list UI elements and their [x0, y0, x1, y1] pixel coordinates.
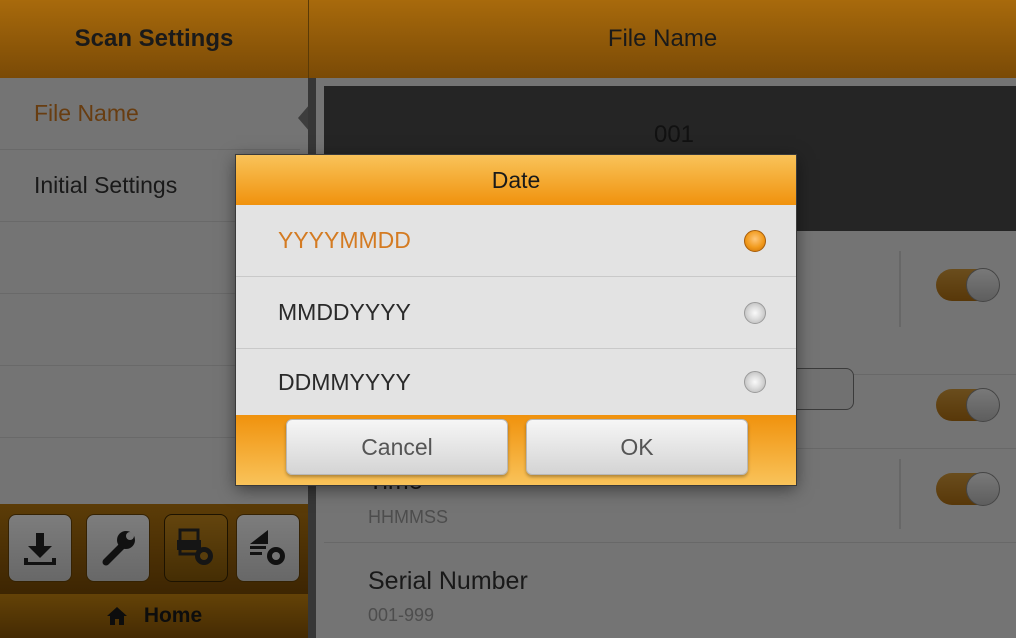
radio-unselected-icon[interactable] — [744, 371, 766, 393]
date-option-yyyymmdd[interactable]: YYYYMMDD — [236, 205, 796, 277]
right-header-title: File Name — [308, 0, 1016, 78]
dialog-footer: Cancel OK — [236, 415, 796, 485]
option-label: MMDDYYYY — [278, 299, 411, 325]
dialog-title: Date — [236, 155, 796, 205]
cancel-button[interactable]: Cancel — [286, 419, 508, 475]
radio-unselected-icon[interactable] — [744, 302, 766, 324]
date-option-mmddyyyy[interactable]: MMDDYYYY — [236, 277, 796, 349]
date-dialog: Date YYYYMMDD MMDDYYYY DDMMYYYY Cancel O… — [236, 155, 796, 485]
ok-button[interactable]: OK — [526, 419, 748, 475]
left-header-title: Scan Settings — [0, 0, 308, 78]
radio-selected-icon[interactable] — [744, 230, 766, 252]
option-label: YYYYMMDD — [278, 227, 411, 253]
date-option-ddmmyyyy[interactable]: DDMMYYYY — [236, 349, 796, 415]
option-label: DDMMYYYY — [278, 368, 411, 395]
